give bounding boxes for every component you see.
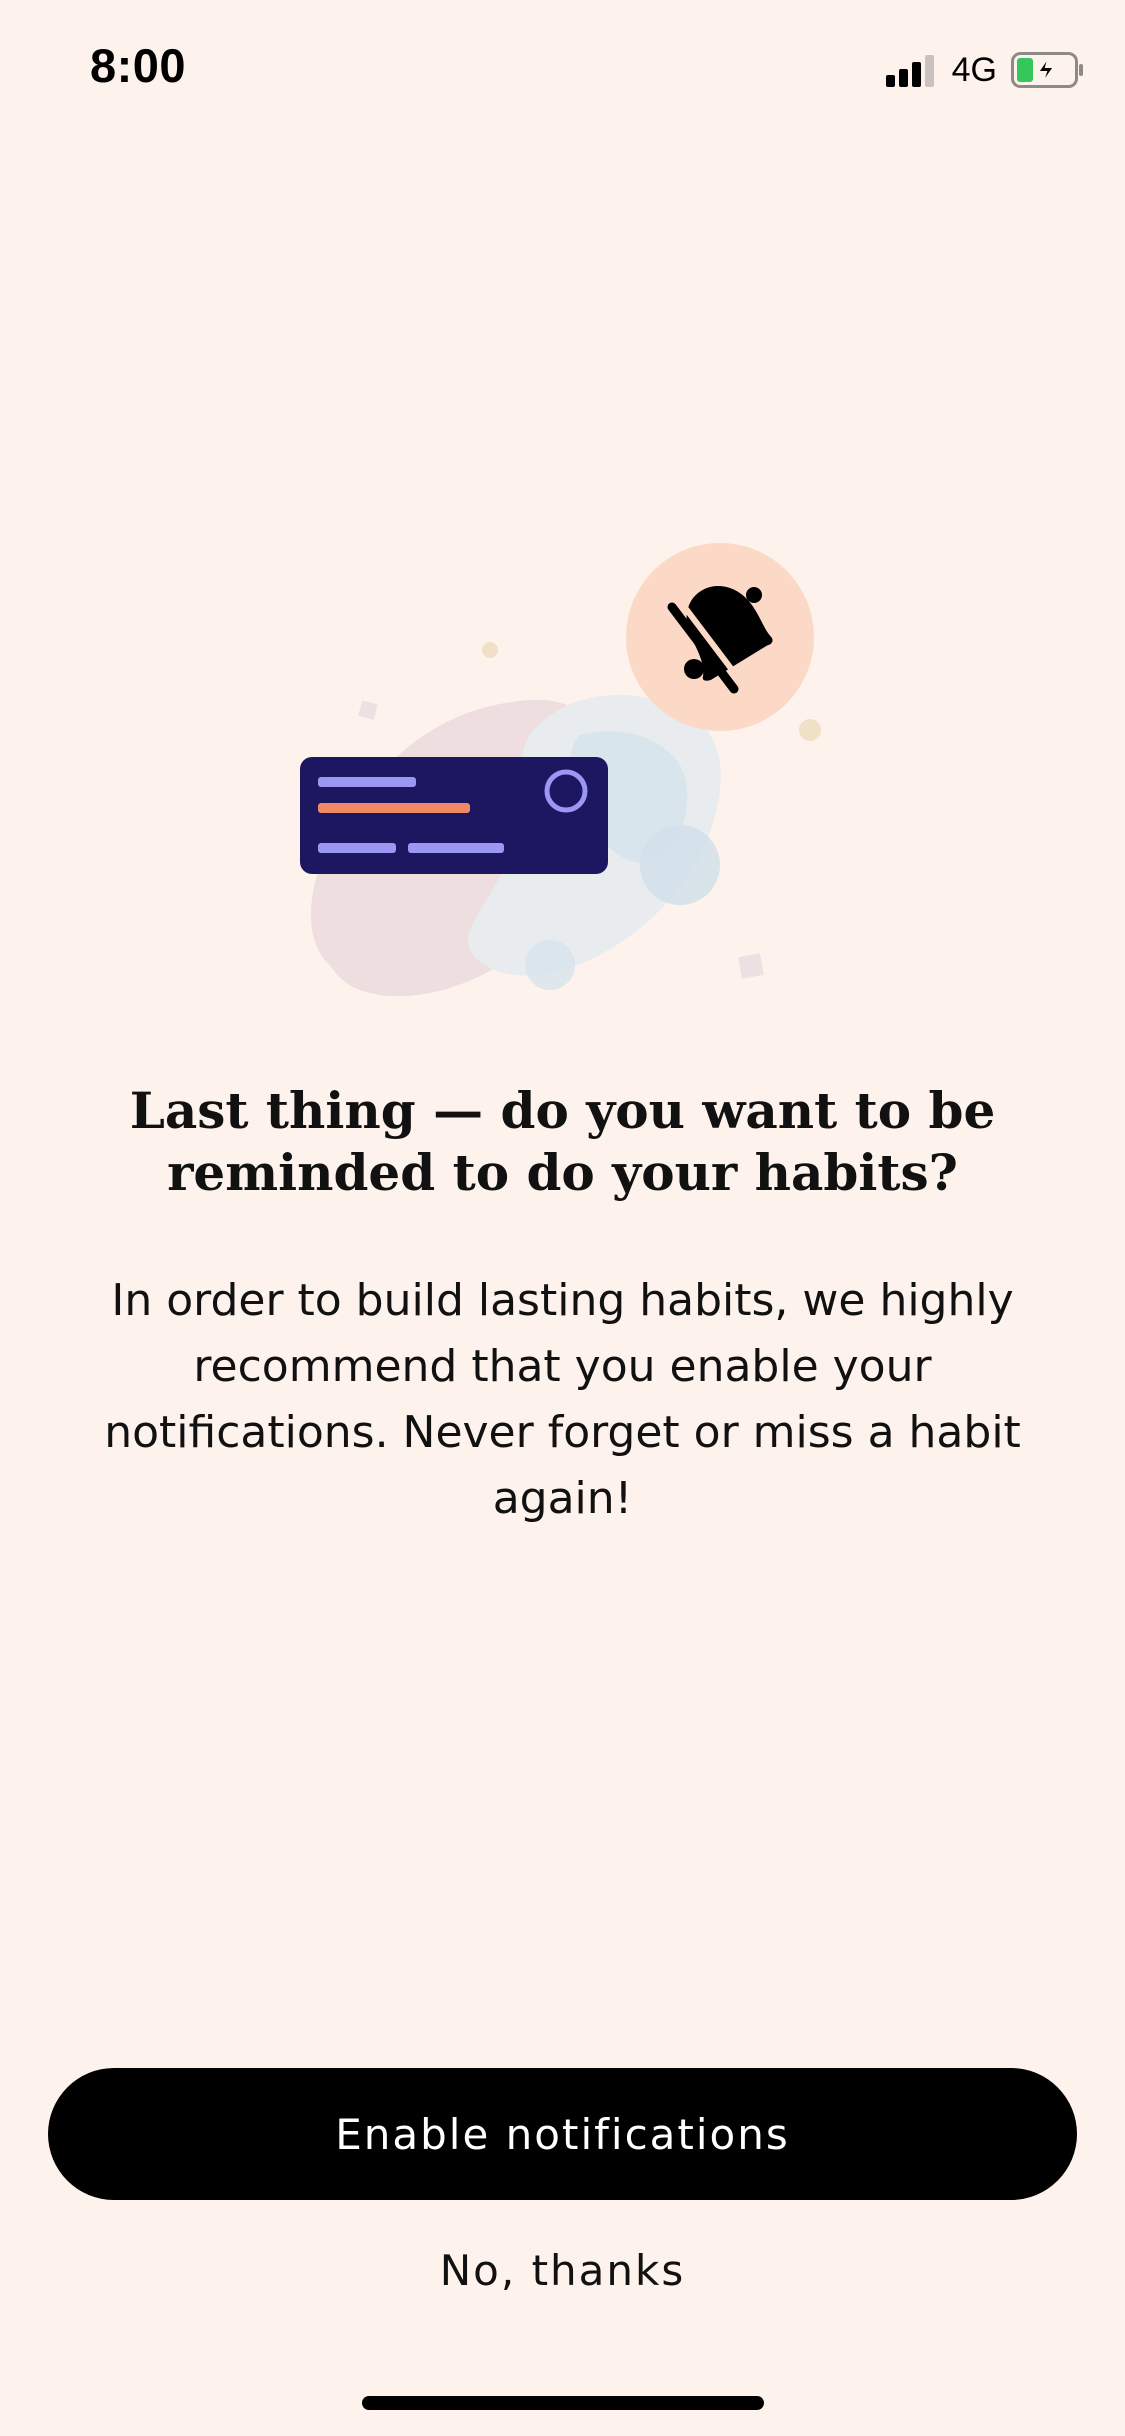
signal-icon bbox=[885, 55, 934, 87]
status-icons: 4G bbox=[885, 50, 1085, 90]
confetti-square bbox=[738, 953, 764, 979]
notification-illustration bbox=[300, 543, 821, 997]
enable-notifications-button[interactable]: Enable notifications bbox=[48, 2068, 1077, 2200]
description-text: In order to build lasting habits, we hig… bbox=[104, 1275, 1021, 1524]
network-label: 4G bbox=[951, 50, 997, 89]
battery-charging-icon bbox=[1011, 52, 1083, 88]
status-bar: 8:00 4G bbox=[0, 0, 1125, 140]
confetti-dot bbox=[799, 719, 821, 741]
status-time: 8:00 bbox=[90, 39, 187, 92]
notification-card-icon bbox=[300, 757, 608, 874]
confetti-dot bbox=[482, 642, 498, 658]
page-title: Last thing — do you want to be reminded … bbox=[129, 1081, 996, 1202]
no-thanks-button[interactable]: No, thanks bbox=[330, 2230, 795, 2310]
home-indicator[interactable] bbox=[362, 2396, 764, 2410]
confetti-square bbox=[358, 700, 378, 720]
